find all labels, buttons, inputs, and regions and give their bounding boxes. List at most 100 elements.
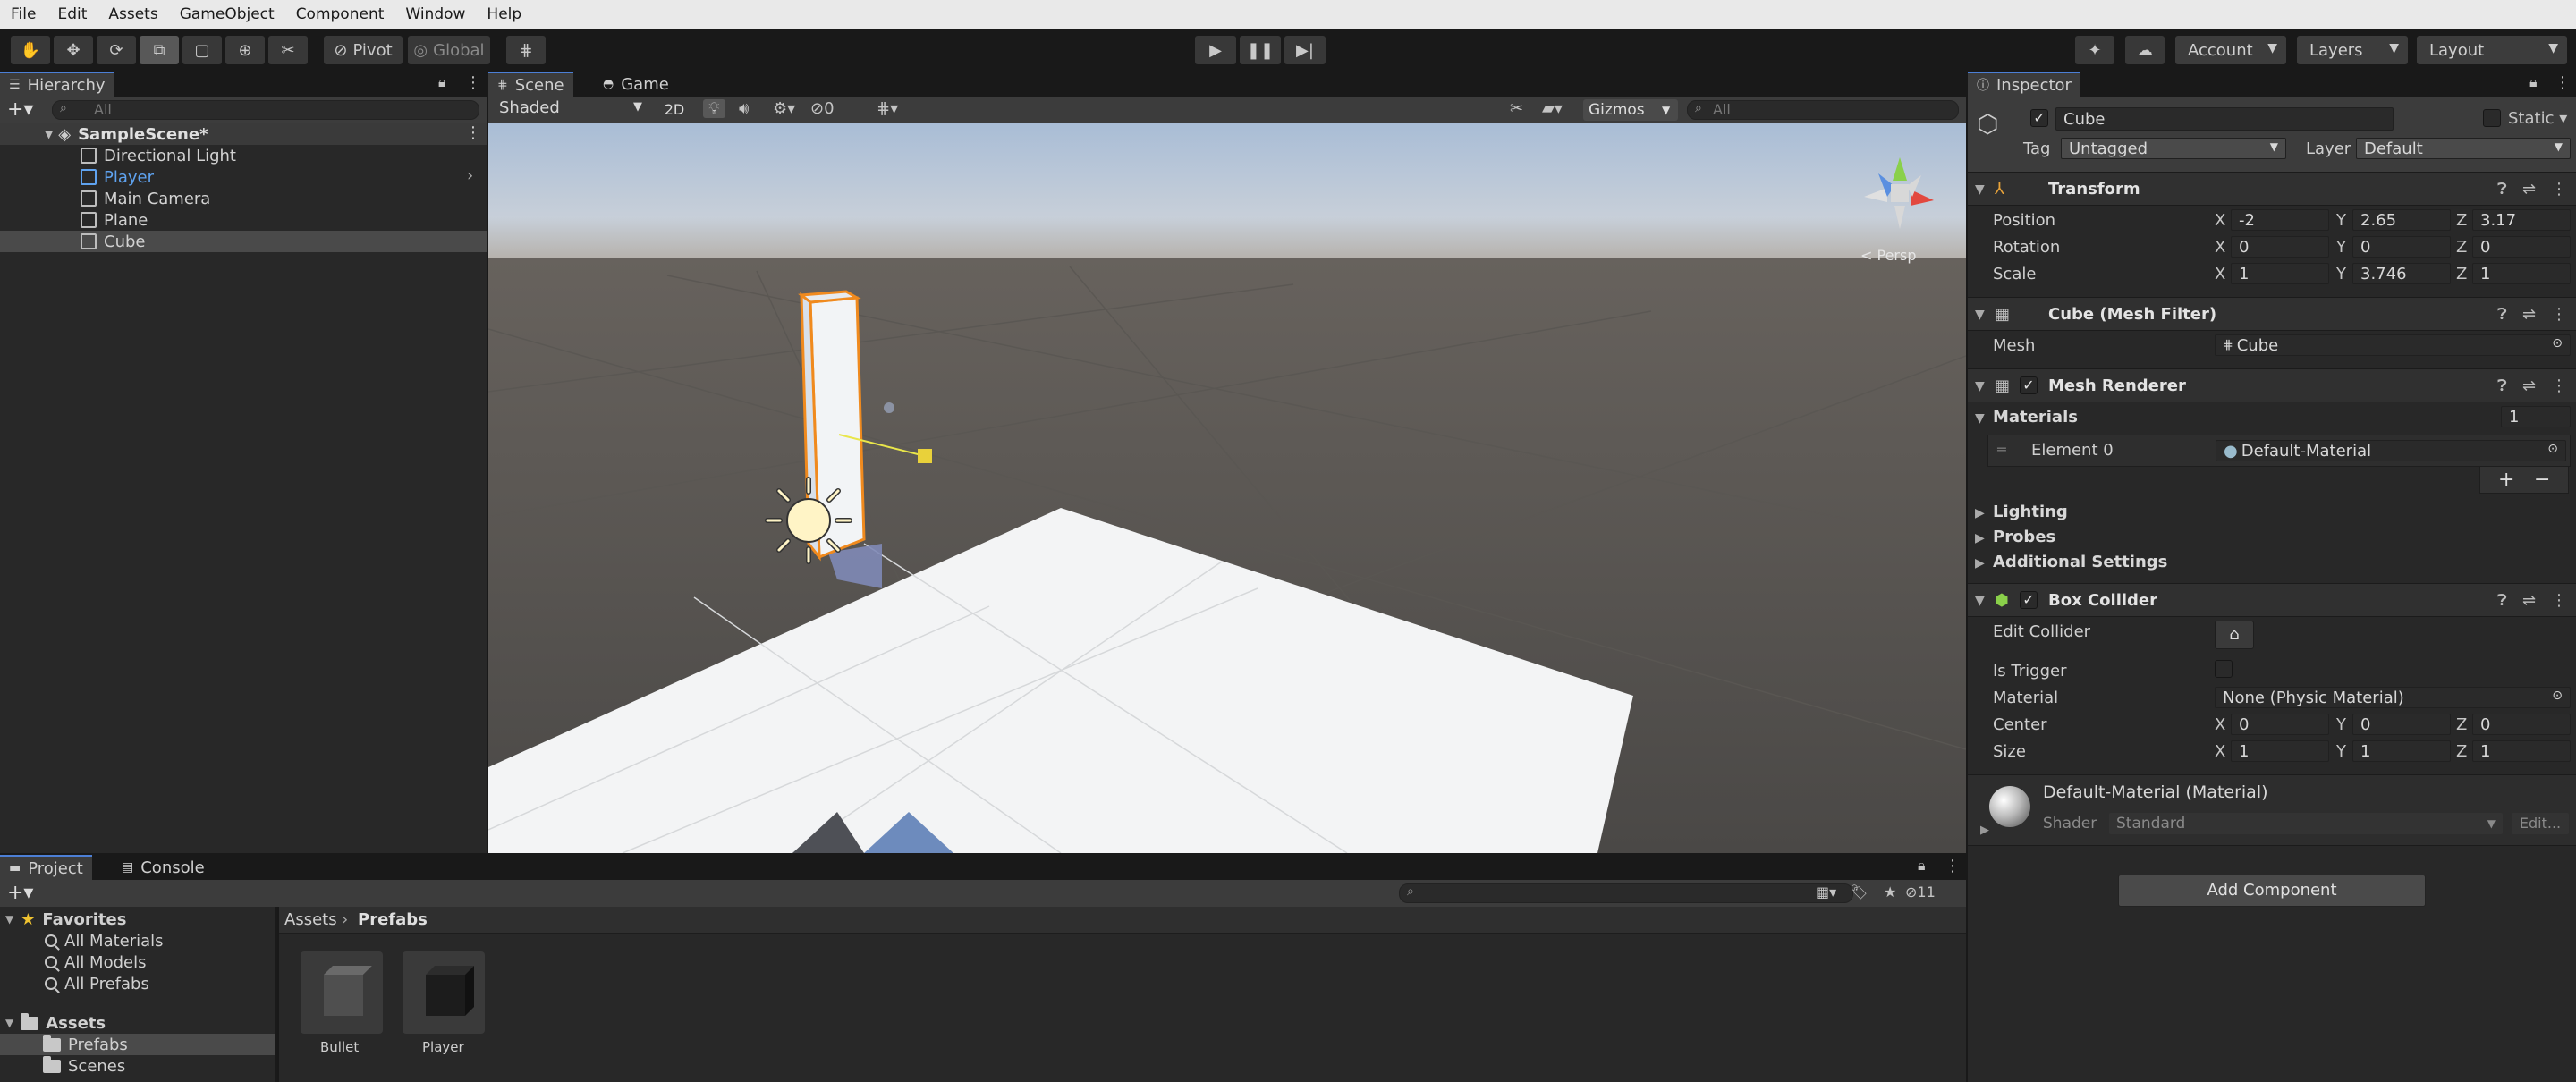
menu-help[interactable]: Help bbox=[487, 5, 521, 23]
fold-closed-icon[interactable]: ▶ bbox=[1975, 506, 1985, 520]
scale-z-field[interactable]: 1 bbox=[2472, 263, 2571, 284]
fold-closed-icon[interactable]: ▶ bbox=[1975, 531, 1985, 545]
tab-scene[interactable]: ⋕ Scene bbox=[488, 72, 573, 97]
lighting-section[interactable]: Lighting bbox=[1993, 503, 2068, 521]
center-y-field[interactable]: 0 bbox=[2352, 714, 2451, 735]
scale-y-field[interactable]: 3.746 bbox=[2352, 263, 2451, 284]
hand-tool-icon[interactable]: ✋ bbox=[11, 36, 50, 64]
more-icon[interactable]: ⋮ bbox=[2551, 180, 2567, 199]
custom-tool-icon[interactable]: ✂ bbox=[268, 36, 308, 64]
tab-project[interactable]: ▬ Project bbox=[0, 855, 92, 880]
tab-hierarchy[interactable]: ☰ Hierarchy bbox=[0, 72, 114, 97]
edit-shader-button[interactable]: Edit... bbox=[2512, 813, 2569, 834]
shader-dropdown[interactable]: Standard ▼ bbox=[2109, 813, 2503, 834]
label-icon[interactable]: 🏷︎ bbox=[1850, 883, 1868, 900]
hidden-packages-icon[interactable]: ⊘11 bbox=[1905, 883, 1936, 900]
mesh-field[interactable]: ⋕ Cube ⊙ bbox=[2215, 334, 2571, 356]
preset-icon[interactable]: ⇌ bbox=[2522, 180, 2536, 199]
rotate-tool-icon[interactable]: ⟳ bbox=[97, 36, 136, 64]
more-icon[interactable]: ⋮ bbox=[2551, 376, 2567, 395]
star-icon[interactable]: ★ bbox=[1884, 883, 1896, 900]
layout-dropdown[interactable]: Layout ▼ bbox=[2417, 36, 2567, 64]
more-icon[interactable]: ⋮ bbox=[465, 123, 481, 142]
effects-icon[interactable]: ⚙▾ bbox=[773, 99, 795, 118]
hierarchy-item[interactable]: Main Camera bbox=[0, 188, 487, 209]
transform-header[interactable]: ▼ ⅄ Transform ❓︎ ⇌ ⋮ bbox=[1968, 172, 2576, 206]
active-checkbox[interactable]: ✓ bbox=[2030, 109, 2048, 127]
more-icon[interactable]: ⋮ bbox=[2551, 305, 2567, 324]
hierarchy-search-input[interactable]: ⌕ All bbox=[52, 100, 479, 120]
static-dropdown[interactable]: Static ▾ bbox=[2508, 109, 2567, 128]
position-z-field[interactable]: 3.17 bbox=[2472, 209, 2571, 231]
additional-settings-section[interactable]: Additional Settings bbox=[1993, 553, 2167, 571]
fold-closed-icon[interactable]: ▶ bbox=[1975, 556, 1985, 571]
box-collider-header[interactable]: ▼ ⬢ ✓ Box Collider ❓︎ ⇌ ⋮ bbox=[1968, 583, 2576, 617]
materials-count-field[interactable]: 1 bbox=[2501, 406, 2571, 427]
favorite-item[interactable]: All Prefabs bbox=[45, 973, 149, 994]
assets-row[interactable]: ▼ Assets bbox=[5, 1012, 106, 1034]
mode-2d-toggle[interactable]: 2D bbox=[657, 98, 692, 122]
favorite-item[interactable]: All Materials bbox=[45, 930, 164, 951]
object-picker-icon[interactable]: ⊙ bbox=[2552, 336, 2563, 351]
grid-toggle-icon[interactable]: ⋕▾ bbox=[877, 99, 898, 118]
rect-tool-icon[interactable]: ▢ bbox=[182, 36, 222, 64]
collab-icon[interactable]: ✦ bbox=[2075, 36, 2114, 64]
center-z-field[interactable]: 0 bbox=[2472, 714, 2571, 735]
add-component-button[interactable]: Add Component bbox=[2118, 875, 2426, 907]
center-x-field[interactable]: 0 bbox=[2231, 714, 2329, 735]
hierarchy-item[interactable]: Player › bbox=[0, 166, 487, 188]
preset-icon[interactable]: ⇌ bbox=[2522, 591, 2536, 610]
step-button[interactable]: ▶| bbox=[1284, 36, 1326, 64]
is-trigger-checkbox[interactable] bbox=[2215, 660, 2233, 678]
help-icon[interactable]: ❓︎ bbox=[2497, 376, 2507, 395]
mesh-filter-header[interactable]: ▼ ▦ Cube (Mesh Filter) ❓︎ ⇌ ⋮ bbox=[1968, 297, 2576, 331]
breadcrumb-prefabs[interactable]: Prefabs bbox=[358, 910, 428, 929]
favorite-item[interactable]: All Models bbox=[45, 951, 146, 973]
tag-dropdown[interactable]: Untagged ▼ bbox=[2061, 138, 2286, 159]
prefab-thumbnail[interactable] bbox=[402, 951, 485, 1034]
lighting-toggle-icon[interactable]: 💡︎ bbox=[703, 99, 725, 118]
tab-console[interactable]: ▤ Console bbox=[113, 855, 214, 880]
menu-assets[interactable]: Assets bbox=[108, 5, 157, 23]
scene-viewport[interactable]: < Persp bbox=[488, 123, 1966, 853]
hierarchy-item[interactable]: Plane bbox=[0, 209, 487, 231]
gizmos-dropdown[interactable]: Gizmos ▼ bbox=[1583, 99, 1678, 121]
rotation-x-field[interactable]: 0 bbox=[2231, 236, 2329, 258]
size-x-field[interactable]: 1 bbox=[2231, 740, 2329, 762]
persp-label[interactable]: < Persp bbox=[1860, 247, 1916, 264]
preset-icon[interactable]: ⇌ bbox=[2522, 305, 2536, 324]
account-dropdown[interactable]: Account ▼ bbox=[2175, 36, 2286, 64]
static-checkbox[interactable] bbox=[2483, 109, 2501, 127]
help-icon[interactable]: ❓︎ bbox=[2497, 180, 2507, 199]
audio-icon[interactable]: 🔊︎ bbox=[739, 99, 749, 118]
position-y-field[interactable]: 2.65 bbox=[2352, 209, 2451, 231]
transform-tool-icon[interactable]: ⊕ bbox=[225, 36, 265, 64]
object-name-field[interactable]: Cube bbox=[2055, 107, 2394, 131]
position-x-field[interactable]: -2 bbox=[2231, 209, 2329, 231]
move-tool-icon[interactable]: ✥ bbox=[54, 36, 93, 64]
menu-gameobject[interactable]: GameObject bbox=[180, 5, 275, 23]
menu-component[interactable]: Component bbox=[296, 5, 385, 23]
object-picker-icon[interactable]: ⊙ bbox=[2552, 689, 2563, 703]
size-y-field[interactable]: 1 bbox=[2352, 740, 2451, 762]
fold-closed-icon[interactable]: ▶ bbox=[1980, 824, 1989, 837]
more-icon[interactable]: ⋮ bbox=[465, 73, 481, 92]
hidden-objects-icon[interactable]: ⊘0 bbox=[810, 99, 835, 118]
probes-section[interactable]: Probes bbox=[1993, 528, 2055, 546]
more-icon[interactable]: ⋮ bbox=[1945, 857, 1961, 875]
project-search-input[interactable]: ⌕ bbox=[1399, 883, 1853, 903]
help-icon[interactable]: ❓︎ bbox=[2497, 305, 2507, 324]
lock-icon[interactable]: 🔒︎ bbox=[2529, 73, 2538, 91]
more-icon[interactable]: ⋮ bbox=[2551, 591, 2567, 610]
tools-icon[interactable]: ✂ bbox=[1510, 99, 1523, 118]
lock-icon[interactable]: 🔒︎ bbox=[1918, 857, 1926, 875]
scale-tool-icon[interactable]: ⧉ bbox=[140, 36, 179, 64]
favorites-row[interactable]: ▼ ★ Favorites bbox=[5, 909, 126, 930]
grid-snap-icon[interactable]: ⋕ bbox=[506, 36, 546, 64]
material-element-field[interactable]: ● Default-Material ⊙ bbox=[2216, 440, 2566, 461]
menu-edit[interactable]: Edit bbox=[57, 5, 87, 23]
enabled-checkbox[interactable]: ✓ bbox=[2020, 376, 2038, 394]
edit-collider-button[interactable]: ⌂ bbox=[2215, 621, 2254, 649]
tab-game[interactable]: ◓ Game bbox=[594, 72, 678, 97]
pause-button[interactable]: ❚❚ bbox=[1240, 36, 1281, 64]
